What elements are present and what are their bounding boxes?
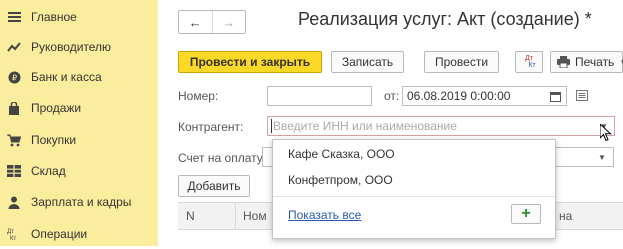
counterparty-label: Контрагент: [178,120,244,134]
sidebar-item-salary[interactable]: Зарплата и кадры [0,187,158,217]
forward-button[interactable]: → [211,11,246,33]
plus-icon: + [521,205,531,222]
printer-icon [557,56,570,68]
sidebar-item-label: Банк и касса [31,70,102,84]
sidebar-item-label: Руководителю [31,40,112,54]
warehouse-grid-icon [7,164,21,178]
post-button[interactable]: Провести [424,51,499,73]
nav-buttons: ← → [178,10,246,34]
calendar-icon[interactable] [546,87,564,105]
number-field[interactable] [267,86,372,106]
sidebar: Главное Руководителю ₽ Банк и касса Прод… [0,0,158,246]
dt-label: Дт [525,55,533,62]
dropdown-item-label: Кафе Сказка, ООО [288,147,395,161]
dt-kt-button[interactable]: Дт Кт [515,51,543,73]
show-all-link[interactable]: Показать все [288,208,361,222]
dropdown-item[interactable]: Конфетпром, ООО [274,167,554,193]
menu-lines-icon [7,10,21,24]
coins-icon: ₽ [7,70,21,84]
sidebar-item-label: Зарплата и кадры [31,195,132,209]
sidebar-item-label: Главное [31,10,77,24]
sidebar-item-operations[interactable]: Дт Кт Операции [0,219,158,249]
person-icon [7,195,21,209]
counterparty-input[interactable]: Введите ИНН или наименование ▼ [267,116,615,136]
document-list-icon[interactable] [576,90,588,104]
dropdown-item-label: Конфетпром, ООО [288,173,393,187]
save-button[interactable]: Записать [331,51,404,73]
mouse-cursor-icon [599,122,612,145]
number-label: Номер: [178,89,219,103]
column-header-nomenclature: Ном [243,209,267,223]
kt-label: Кт [528,62,536,69]
invoice-label: Счет на оплату: [178,151,267,165]
dropdown-divider [273,196,555,197]
svg-text:₽: ₽ [11,73,16,82]
shopping-cart-icon [7,133,21,147]
sidebar-item-label: Покупки [31,133,77,147]
sidebar-item-main[interactable]: Главное [0,2,158,32]
print-button[interactable]: Печать ▼ [550,51,623,73]
date-value: 06.08.2019 0:00:00 [407,89,511,103]
dt-kt-icon: Дт Кт [7,227,21,241]
svg-text:Кт: Кт [10,236,16,241]
post-and-close-button[interactable]: Провести и закрыть [178,51,322,73]
sidebar-item-manager[interactable]: Руководителю [0,32,158,62]
print-label: Печать [575,55,615,69]
dropdown-item[interactable]: Кафе Сказка, ООО [274,141,554,167]
shopping-bag-icon [7,101,21,115]
counterparty-dropdown: Кафе Сказка, ООО Конфетпром, ООО Показат… [272,139,556,239]
sidebar-item-label: Продажи [31,101,82,115]
sidebar-item-label: Склад [31,164,66,178]
date-from-label: от: [384,89,400,103]
column-divider [235,203,236,229]
sidebar-item-label: Операции [31,227,88,241]
add-row-button[interactable]: Добавить [178,175,250,197]
svg-text:Дт: Дт [7,229,14,235]
back-button[interactable]: ← [179,11,212,33]
page-title: Реализация услуг: Акт (создание) * [298,9,592,29]
sidebar-item-bank[interactable]: ₽ Банк и касса [0,62,158,92]
trend-chart-icon [7,40,21,54]
column-header-price: на [559,209,573,223]
column-header-n: N [186,209,195,223]
invoice-field-right[interactable]: ▼ [554,147,614,167]
sidebar-item-warehouse[interactable]: Склад [0,156,158,186]
sidebar-item-purchases[interactable]: Покупки [0,125,158,155]
counterparty-placeholder: Введите ИНН или наименование [271,119,457,133]
chevron-down-icon[interactable]: ▼ [593,148,611,166]
add-counterparty-button[interactable]: + [511,204,541,224]
sidebar-item-sales[interactable]: Продажи [0,93,158,123]
date-field[interactable]: 06.08.2019 0:00:00 [402,86,567,106]
chevron-down-icon: ▼ [619,58,623,67]
